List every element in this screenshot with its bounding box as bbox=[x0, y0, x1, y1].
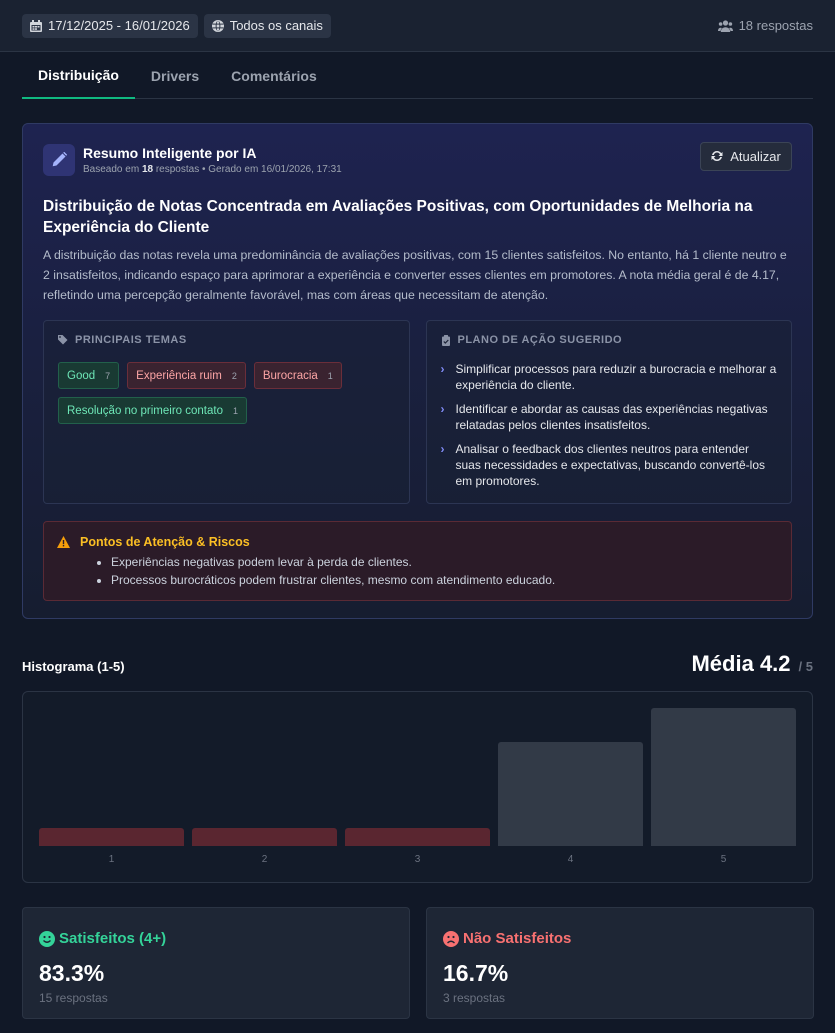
unsatisfied-count: 3 respostas bbox=[443, 991, 506, 1005]
satisfied-count: 15 respostas bbox=[39, 991, 108, 1005]
ai-summary-meta: Baseado em 18 respostas • Gerado em 16/0… bbox=[83, 164, 342, 175]
unsatisfied-title: Não Satisfeitos bbox=[443, 930, 797, 947]
refresh-icon bbox=[711, 150, 723, 162]
chevron-right-icon: › bbox=[440, 442, 445, 456]
risk-item: Experiências negativas podem levar à per… bbox=[111, 553, 778, 571]
histogram-chart: 1 2 3 4 5 bbox=[22, 691, 813, 883]
tab-bar: Distribuição Drivers Comentários bbox=[22, 52, 813, 99]
response-count-label: 18 respostas bbox=[738, 18, 813, 33]
action-plan-title-label: PLANO DE AÇÃO SUGERIDO bbox=[457, 334, 623, 346]
ai-summary-card: Resumo Inteligente por IA Baseado em 18 … bbox=[22, 123, 813, 619]
users-icon bbox=[717, 19, 733, 32]
refresh-label: Atualizar bbox=[730, 148, 781, 164]
filter-bar: 17/12/2025 - 16/01/2026 Todos os canais … bbox=[0, 0, 835, 52]
refresh-button[interactable]: Atualizar bbox=[700, 141, 792, 171]
action-item: › Identificar e abordar as causas das exp… bbox=[441, 401, 778, 433]
action-plan-panel: PLANO DE AÇÃO SUGERIDO › Simplificar proc… bbox=[425, 320, 792, 504]
theme-tags: Good 7 Experiência ruim 2 Burocracia 1 Reso… bbox=[58, 362, 395, 424]
theme-tag[interactable]: Resolução no primeiro contato 1 bbox=[58, 397, 247, 424]
tab-distribution[interactable]: Distribuição bbox=[22, 52, 135, 99]
warning-icon bbox=[57, 536, 70, 548]
theme-tag[interactable]: Experiência ruim 2 bbox=[127, 362, 246, 389]
histogram-x-label: 1 bbox=[108, 854, 115, 865]
risk-item: Processos burocráticos podem frustrar cl… bbox=[111, 571, 778, 589]
calendar-icon bbox=[30, 19, 42, 32]
histogram-header: Histograma (1-5) Média 4.2 / 5 bbox=[22, 647, 813, 677]
theme-label: Experiência ruim bbox=[136, 369, 222, 382]
action-text: Identificar e abordar as causas das expe… bbox=[455, 402, 768, 432]
unsatisfied-title-label: Não Satisfeitos bbox=[463, 930, 572, 947]
theme-count: 7 bbox=[105, 370, 111, 381]
chevron-right-icon: › bbox=[440, 402, 445, 416]
ai-summary-header: Resumo Inteligente por IA Baseado em 18 … bbox=[43, 141, 792, 176]
tab-comments[interactable]: Comentários bbox=[215, 52, 333, 99]
action-text: Analisar o feedback dos clientes neutros… bbox=[455, 442, 766, 488]
themes-title: PRINCIPAIS TEMAS bbox=[58, 334, 395, 346]
satisfied-title-label: Satisfeitos (4+) bbox=[59, 930, 167, 947]
histogram-x-label: 4 bbox=[567, 854, 574, 865]
histogram-title: Histograma (1-5) bbox=[22, 659, 125, 674]
theme-label: Burocracia bbox=[262, 369, 318, 382]
ai-summary-title: Resumo Inteligente por IA bbox=[83, 145, 257, 161]
unsatisfied-card: Não Satisfeitos 16.7% 3 respostas bbox=[426, 907, 814, 1019]
risks-title: Pontos de Atenção & Riscos bbox=[57, 535, 778, 549]
average-value: Média 4.2 bbox=[691, 651, 791, 676]
satisfied-title: Satisfeitos (4+) bbox=[39, 930, 393, 947]
meta-prefix: Baseado em bbox=[83, 164, 142, 175]
smile-icon bbox=[39, 930, 55, 947]
histogram-bar-1[interactable] bbox=[39, 828, 184, 846]
date-range-label: 17/12/2025 - 16/01/2026 bbox=[48, 18, 190, 33]
histogram-bar-5[interactable] bbox=[651, 708, 796, 846]
satisfied-value: 83.3% bbox=[39, 960, 105, 986]
theme-count: 1 bbox=[327, 370, 333, 381]
tags-icon bbox=[58, 334, 68, 344]
action-list: › Simplificar processos para reduzir a bu… bbox=[441, 361, 778, 489]
meta-count: 18 bbox=[141, 164, 154, 175]
globe-icon bbox=[211, 19, 224, 32]
histogram-bar-4[interactable] bbox=[498, 742, 643, 846]
average-score: Média 4.2 / 5 bbox=[691, 651, 813, 677]
clipboard-icon bbox=[441, 334, 450, 346]
satisfied-card: Satisfeitos (4+) 83.3% 15 respostas bbox=[22, 907, 410, 1019]
risks-box: Pontos de Atenção & Riscos Experiências … bbox=[43, 521, 792, 601]
ai-panels: PRINCIPAIS TEMAS Good 7 Experiência ruim 2… bbox=[43, 320, 792, 504]
average-max: / 5 bbox=[798, 659, 813, 674]
theme-count: 2 bbox=[231, 370, 237, 381]
meta-suffix: respostas • Gerado em 16/01/2026, 17:31 bbox=[153, 164, 342, 175]
theme-label: Resolução no primeiro contato bbox=[67, 404, 223, 417]
histogram-bar-3[interactable] bbox=[345, 828, 490, 846]
theme-tag[interactable]: Burocracia 1 bbox=[253, 362, 342, 389]
themes-title-label: PRINCIPAIS TEMAS bbox=[75, 334, 187, 346]
frown-icon bbox=[443, 930, 459, 947]
histogram-x-label: 2 bbox=[261, 854, 268, 865]
theme-count: 1 bbox=[232, 405, 238, 416]
channel-label: Todos os canais bbox=[229, 18, 323, 33]
action-text: Simplificar processos para reduzir a bur… bbox=[455, 362, 777, 392]
themes-panel: PRINCIPAIS TEMAS Good 7 Experiência ruim 2… bbox=[43, 320, 410, 504]
theme-tag[interactable]: Good 7 bbox=[58, 362, 120, 389]
histogram-x-label: 5 bbox=[720, 854, 727, 865]
histogram-x-label: 3 bbox=[414, 854, 421, 865]
chevron-right-icon: › bbox=[440, 362, 445, 376]
response-count: 18 respostas bbox=[717, 18, 813, 33]
action-item: › Simplificar processos para reduzir a bu… bbox=[441, 361, 778, 393]
histogram-bar-2[interactable] bbox=[192, 828, 337, 846]
ai-headline: Distribuição de Notas Concentrada em Ava… bbox=[43, 198, 753, 236]
unsatisfied-value: 16.7% bbox=[443, 960, 509, 986]
ai-body: A distribuição das notas revela uma pred… bbox=[43, 248, 787, 302]
risks-list: Experiências negativas podem levar à per… bbox=[111, 553, 778, 589]
date-range-filter[interactable]: 17/12/2025 - 16/01/2026 bbox=[22, 13, 198, 38]
pencil-icon bbox=[43, 144, 75, 176]
action-item: › Analisar o feedback dos clientes neutro… bbox=[441, 441, 778, 489]
channel-filter[interactable]: Todos os canais bbox=[203, 13, 331, 38]
theme-label: Good bbox=[67, 369, 96, 382]
action-plan-title: PLANO DE AÇÃO SUGERIDO bbox=[441, 334, 778, 346]
tab-drivers[interactable]: Drivers bbox=[135, 52, 215, 99]
risks-title-label: Pontos de Atenção & Riscos bbox=[80, 535, 250, 549]
